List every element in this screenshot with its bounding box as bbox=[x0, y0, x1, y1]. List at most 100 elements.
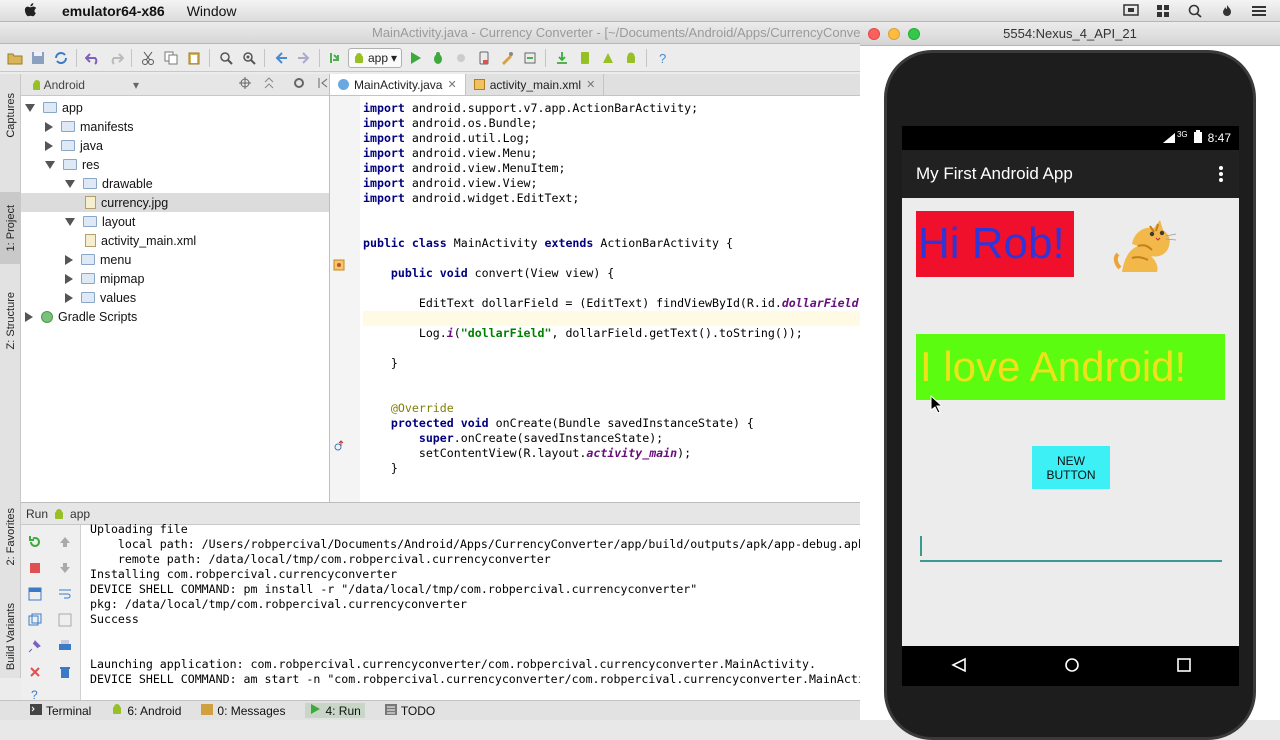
debug-icon[interactable] bbox=[427, 48, 448, 68]
new-button[interactable]: NEW BUTTON bbox=[1032, 446, 1110, 489]
run-console-output[interactable]: Uploading file local path: /Users/robper… bbox=[90, 522, 860, 687]
back-icon[interactable] bbox=[270, 48, 291, 68]
tree-item[interactable]: values bbox=[21, 288, 329, 307]
apple-menu-icon[interactable] bbox=[20, 3, 40, 18]
override-marker-icon[interactable] bbox=[333, 440, 345, 455]
code-content[interactable]: import android.support.v7.app.ActionBarA… bbox=[363, 101, 860, 476]
collapse-arrow-icon[interactable] bbox=[45, 121, 53, 132]
monitor-icon[interactable] bbox=[1122, 4, 1140, 18]
sync-icon[interactable] bbox=[50, 48, 71, 68]
editor-tab[interactable]: activity_main.xml ✕ bbox=[466, 74, 605, 95]
cut-icon[interactable] bbox=[137, 48, 158, 68]
home-nav-icon[interactable] bbox=[1064, 657, 1080, 676]
collapse-arrow-icon[interactable] bbox=[65, 273, 73, 284]
collapse-arrow-icon[interactable] bbox=[65, 254, 73, 265]
expand-arrow-icon[interactable] bbox=[45, 160, 55, 169]
bottom-tab[interactable]: TODO bbox=[384, 703, 435, 718]
zoom-window-button[interactable] bbox=[908, 27, 920, 40]
open-folder-icon[interactable] bbox=[4, 48, 25, 68]
tab-captures[interactable]: Captures bbox=[0, 80, 21, 150]
undo-icon[interactable] bbox=[82, 48, 103, 68]
run-gutter-icon[interactable] bbox=[333, 259, 345, 274]
soft-wrap-icon[interactable] bbox=[57, 587, 73, 601]
tab-project[interactable]: 1: Project bbox=[0, 192, 21, 264]
recents-nav-icon[interactable] bbox=[1176, 657, 1191, 675]
overflow-menu-icon[interactable] bbox=[1219, 166, 1223, 182]
notification-list-icon[interactable] bbox=[1250, 4, 1268, 18]
save-icon[interactable] bbox=[27, 48, 48, 68]
help-icon[interactable]: ? bbox=[652, 48, 673, 68]
app-name-menu[interactable]: emulator64-x86 bbox=[62, 3, 165, 19]
android-sdk-icon[interactable] bbox=[597, 48, 618, 68]
expand-arrow-icon[interactable] bbox=[65, 217, 75, 226]
rerun-icon[interactable] bbox=[27, 535, 43, 549]
collapse-arrow-icon[interactable] bbox=[65, 292, 73, 303]
make-project-icon[interactable] bbox=[325, 48, 346, 68]
tree-item[interactable]: java bbox=[21, 136, 329, 155]
collapse-arrow-icon[interactable] bbox=[25, 311, 33, 322]
print-icon[interactable] bbox=[57, 639, 73, 653]
bottom-tab[interactable]: Terminal bbox=[30, 703, 91, 718]
device-monitor-icon[interactable] bbox=[473, 48, 494, 68]
expand-arrow-icon[interactable] bbox=[65, 179, 75, 188]
spotlight-search-icon[interactable] bbox=[1186, 4, 1204, 18]
minimize-window-button[interactable] bbox=[888, 27, 900, 40]
scroll-to-end-icon[interactable] bbox=[57, 613, 73, 627]
android-device-icon[interactable] bbox=[620, 48, 641, 68]
close-icon[interactable] bbox=[27, 665, 43, 679]
tree-item[interactable]: app bbox=[21, 98, 329, 117]
gear-icon[interactable] bbox=[293, 77, 305, 92]
locate-target-icon[interactable] bbox=[239, 77, 251, 92]
bottom-tab[interactable]: 4: Run bbox=[305, 703, 365, 718]
redo-icon[interactable] bbox=[105, 48, 126, 68]
sdk-manager-icon[interactable] bbox=[519, 48, 540, 68]
gradle-sync-icon[interactable] bbox=[551, 48, 572, 68]
find-icon[interactable] bbox=[215, 48, 236, 68]
collapse-arrow-icon[interactable] bbox=[45, 140, 53, 151]
flame-icon[interactable] bbox=[1218, 4, 1236, 18]
tab-structure[interactable]: Z: Structure bbox=[0, 280, 21, 362]
bottom-tab[interactable]: 0: Messages bbox=[201, 703, 285, 718]
restore-layout-icon[interactable] bbox=[27, 613, 43, 627]
project-view-mode-select[interactable]: Android bbox=[44, 78, 85, 92]
layout-icon[interactable] bbox=[27, 587, 43, 601]
close-tab-icon[interactable]: ✕ bbox=[447, 78, 456, 91]
tree-item[interactable]: currency.jpg bbox=[21, 193, 329, 212]
back-nav-icon[interactable] bbox=[950, 657, 967, 676]
dollar-edit-text[interactable] bbox=[920, 534, 1222, 562]
paste-icon[interactable] bbox=[183, 48, 204, 68]
copy-icon[interactable] bbox=[160, 48, 181, 68]
trash-icon[interactable] bbox=[57, 665, 73, 679]
project-structure-icon[interactable] bbox=[496, 48, 517, 68]
forward-icon[interactable] bbox=[293, 48, 314, 68]
tree-item[interactable]: manifests bbox=[21, 117, 329, 136]
hide-panel-icon[interactable] bbox=[317, 77, 329, 92]
stop-icon[interactable] bbox=[27, 561, 43, 575]
scroll-down-icon[interactable] bbox=[57, 561, 73, 575]
avd-manager-icon[interactable] bbox=[574, 48, 595, 68]
tree-item[interactable]: activity_main.xml bbox=[21, 231, 329, 250]
tree-item[interactable]: layout bbox=[21, 212, 329, 231]
bottom-tab[interactable]: 6: Android bbox=[111, 703, 181, 718]
window-menu[interactable]: Window bbox=[187, 3, 237, 19]
expand-arrow-icon[interactable] bbox=[25, 103, 35, 112]
tab-favorites[interactable]: 2: Favorites bbox=[0, 496, 21, 578]
tree-item[interactable]: menu bbox=[21, 250, 329, 269]
close-tab-icon[interactable]: ✕ bbox=[586, 78, 595, 91]
collapse-all-icon[interactable] bbox=[263, 77, 275, 92]
tree-item[interactable]: res bbox=[21, 155, 329, 174]
tree-item[interactable]: drawable bbox=[21, 174, 329, 193]
attach-debugger-icon[interactable] bbox=[450, 48, 471, 68]
tree-item[interactable]: mipmap bbox=[21, 269, 329, 288]
chevron-down-icon[interactable]: ▾ bbox=[133, 78, 139, 92]
run-icon[interactable] bbox=[404, 48, 425, 68]
tree-item[interactable]: Gradle Scripts bbox=[21, 307, 329, 326]
scroll-up-icon[interactable] bbox=[57, 535, 73, 549]
grid-icon[interactable] bbox=[1154, 4, 1172, 18]
help-icon[interactable]: ? bbox=[27, 687, 43, 701]
pin-icon[interactable] bbox=[27, 639, 43, 653]
close-window-button[interactable] bbox=[868, 27, 880, 40]
run-configuration-select[interactable]: app ▾ bbox=[348, 47, 403, 68]
replace-icon[interactable] bbox=[238, 48, 259, 68]
tab-build-variants[interactable]: Build Variants bbox=[0, 596, 21, 678]
